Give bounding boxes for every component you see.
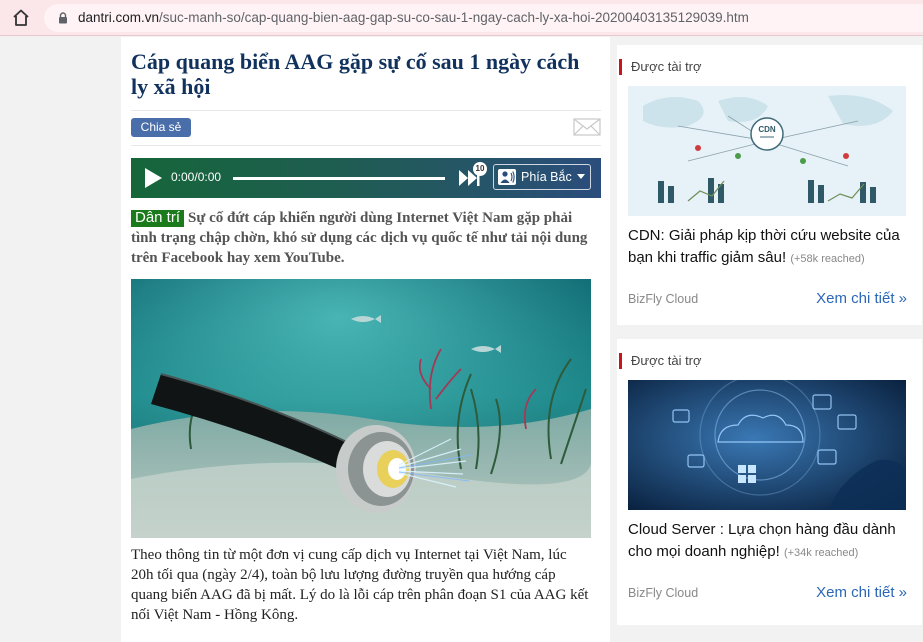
sponsored-label: Được tài trợ xyxy=(619,353,702,369)
reach-count: (+34k reached) xyxy=(783,547,859,559)
audio-progress-bar[interactable] xyxy=(233,177,445,180)
divider xyxy=(131,145,601,146)
email-icon[interactable] xyxy=(573,117,601,137)
share-button[interactable]: Chia sẻ xyxy=(131,118,191,137)
audio-time: 0:00/0:00 xyxy=(171,170,222,184)
article-title: Cáp quang biển AAG gặp sự cố sau 1 ngày … xyxy=(131,49,580,99)
url-text[interactable]: dantri.com.vn/suc-manh-so/cap-quang-bien… xyxy=(78,10,749,26)
view-details-link[interactable]: Xem chi tiết » xyxy=(816,290,907,307)
play-icon[interactable] xyxy=(143,167,163,189)
ad-headline[interactable]: Cloud Server : Lựa chọn hàng đầu dành ch… xyxy=(628,519,913,564)
sponsored-ad-cdn[interactable]: Được tài trợ CDN CDN: Giải pháp kịp thời… xyxy=(617,45,922,325)
view-details-link[interactable]: Xem chi tiết » xyxy=(816,584,907,601)
ad-headline[interactable]: CDN: Giải pháp kịp thời cứu website của … xyxy=(628,225,913,270)
ad-source: BizFly Cloud xyxy=(628,292,699,306)
cloud-server-image[interactable] xyxy=(628,380,906,510)
article-body-paragraph: Theo thông tin từ một đơn vị cung cấp dị… xyxy=(131,547,589,623)
cdn-network-image[interactable]: CDN xyxy=(628,86,906,216)
home-icon[interactable] xyxy=(11,8,31,28)
reach-count: (+58k reached) xyxy=(790,253,865,265)
lock-icon[interactable] xyxy=(58,12,68,24)
article-summary: Dân trí Sự cố đứt cáp khiến người dùng In… xyxy=(131,209,588,266)
voice-region-select[interactable]: Phía Bắc xyxy=(493,164,591,190)
address-bar[interactable]: dantri.com.vn/suc-manh-so/cap-quang-bien… xyxy=(44,4,923,32)
dantri-brand-tag: Dân trí xyxy=(131,210,185,227)
skip-seconds-badge: 10 xyxy=(473,162,487,176)
article-column: Cáp quang biển AAG gặp sự cố sau 1 ngày … xyxy=(121,37,610,642)
ad-source: BizFly Cloud xyxy=(628,586,699,600)
cdn-image-text: CDN xyxy=(758,125,776,134)
voice-region-label: Phía Bắc xyxy=(521,170,572,184)
sponsored-label: Được tài trợ xyxy=(619,59,702,75)
browser-toolbar: dantri.com.vn/suc-manh-so/cap-quang-bien… xyxy=(0,0,923,36)
undersea-cable-image xyxy=(131,279,591,538)
speaker-person-icon xyxy=(498,169,516,185)
chevron-down-icon xyxy=(577,174,585,179)
divider xyxy=(131,110,601,111)
audio-player: 0:00/0:00 10 Phía Bắc xyxy=(131,158,601,198)
sponsored-ad-cloud-server[interactable]: Được tài trợ Cloud Server : Lựa chọn hàn… xyxy=(617,339,922,625)
